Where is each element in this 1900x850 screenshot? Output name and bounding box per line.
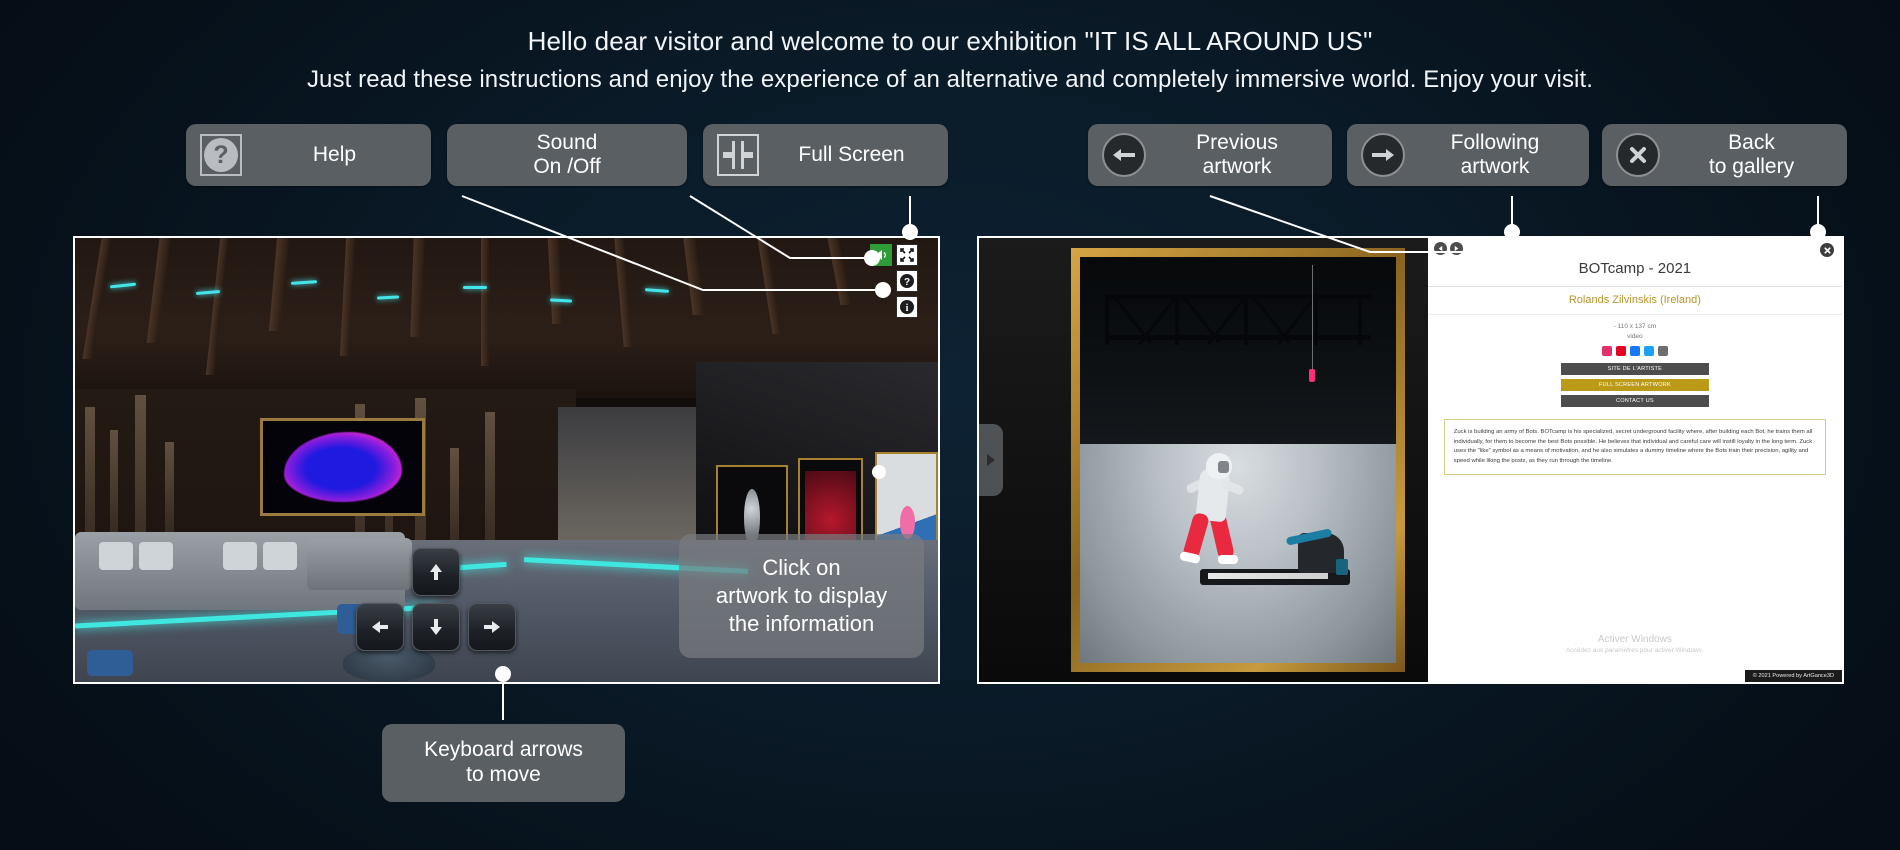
expand-icon [717,134,759,176]
callout-node-back [1810,224,1826,240]
page-header: Hello dear visitor and welcome to our ex… [0,24,1900,96]
keyboard-callout-line-1: Keyboard arrows [424,738,583,761]
pouf-2 [87,650,133,676]
prev-slide-arrow[interactable] [979,424,1003,496]
callout-node-keyboard [495,666,511,682]
help-button[interactable]: ? Help [186,124,431,186]
following-artwork-button[interactable]: Following artwork [1347,124,1589,186]
help-button-label: Help [312,143,357,167]
full-screen-artwork-button[interactable]: FULL SCREEN ARTWORK [1560,379,1709,391]
gallery-viewport-screenshot[interactable]: ? i Click on artwork to display the info… [73,236,940,684]
welcome-line-2: Just read these instructions and enjoy t… [306,66,1594,94]
close-circle-icon [1616,133,1660,177]
arrow-right-circle-icon [1361,133,1405,177]
previous-artwork-label: Previous artwork [1196,131,1278,178]
fullscreen-button[interactable]: Full Screen [703,124,948,186]
contact-us-button[interactable]: CONTACT US [1560,395,1709,407]
pink-like-symbol [1309,369,1315,382]
pendant-cable [1312,265,1313,371]
artist-site-button[interactable]: SITE DE L'ARTISTE [1560,363,1709,375]
keyboard-callout-line-2: to move [466,762,541,786]
artwork-image-botcamp [1080,257,1396,663]
keyboard-arrows-callout: Keyboard arrows to move [382,724,625,802]
coffee-table [343,638,435,682]
arrow-left-key[interactable] [356,603,404,651]
twitter-icon[interactable] [1643,346,1654,356]
arrow-down-key[interactable] [412,603,460,651]
social-share-icons[interactable] [1428,346,1842,356]
arrow-left-circle-icon [1102,133,1146,177]
artwork-gold-frame[interactable] [1071,248,1405,672]
running-figure [1179,453,1250,571]
artwork-dimensions: - 110 x 137 cm [1613,323,1657,330]
callout-node-following [1504,224,1520,240]
warehouse-ceiling [1080,257,1396,444]
callout-node-artwork-hotspot [872,465,886,479]
back-to-gallery-button[interactable]: Back to gallery [1602,124,1847,186]
following-artwork-label: Following artwork [1450,131,1540,178]
svg-text:i: i [906,303,909,314]
previous-artwork-button[interactable]: Previous artwork [1088,124,1332,186]
artwork-action-buttons: SITE DE L'ARTISTE FULL SCREEN ARTWORK CO… [1428,363,1842,407]
svg-text:?: ? [904,277,910,288]
windows-activation-watermark: Activer Windows Accédez aux paramètres p… [1428,634,1842,654]
sheet-nav-buttons[interactable] [1433,242,1463,255]
artwork-viewport-screenshot[interactable]: BOTcamp - 2021 Rolands Zilvinskis (Irela… [977,236,1844,684]
watermark-title: Activer Windows [1597,634,1672,645]
sheet-close-icon[interactable] [1820,243,1834,257]
artwork-info-sheet: BOTcamp - 2021 Rolands Zilvinskis (Irela… [1427,238,1842,682]
back-to-gallery-label: Back to gallery [1708,131,1795,178]
click-artwork-tooltip: Click on artwork to display the informat… [679,534,924,659]
help-icon[interactable]: ? [896,270,918,292]
question-mark-icon: ? [200,134,242,176]
artwork-description: Zuck is building an army of Bots. BOTcam… [1443,419,1826,476]
callout-node-help [875,282,891,298]
fullscreen-button-label: Full Screen [798,143,905,167]
sheet-prev-icon[interactable] [1433,242,1447,255]
arrow-right-key[interactable] [468,603,516,651]
neon-blob-shape [283,432,402,502]
sofa-corner [307,538,412,590]
fullscreen-icon[interactable] [896,244,918,266]
callout-node-fullscreen [902,224,918,240]
artwork-medium: video [1627,333,1643,340]
arrow-up-key[interactable] [412,548,460,596]
callout-node-sound [864,250,880,266]
pinterest-icon[interactable] [1615,346,1626,356]
sound-button[interactable]: Sound On /Off [447,124,687,186]
welcome-line-1: Hello dear visitor and welcome to our ex… [527,26,1373,56]
email-icon[interactable] [1657,346,1668,356]
callout-node-previous [1474,241,1490,257]
artwork-neon-blob[interactable] [260,418,425,516]
facebook-icon[interactable] [1629,346,1640,356]
tooltip-line-3: the information [728,611,875,637]
watermark-subtitle: Accédez aux paramètres pour activer Wind… [1566,647,1704,654]
instagram-icon[interactable] [1601,346,1612,356]
artwork-artist: Rolands Zilvinskis (Ireland) [1427,287,1842,315]
artwork-title: BOTcamp - 2021 [1427,238,1842,287]
sheet-next-icon[interactable] [1449,242,1463,255]
tooltip-line-2: artwork to display [715,583,888,609]
tooltip-line-1: Click on [762,555,841,580]
sound-button-label: Sound On /Off [533,131,601,178]
sheet-footer-credit: © 2021 Powered by ArtGance3D [1744,670,1842,682]
info-icon[interactable]: i [896,296,918,318]
